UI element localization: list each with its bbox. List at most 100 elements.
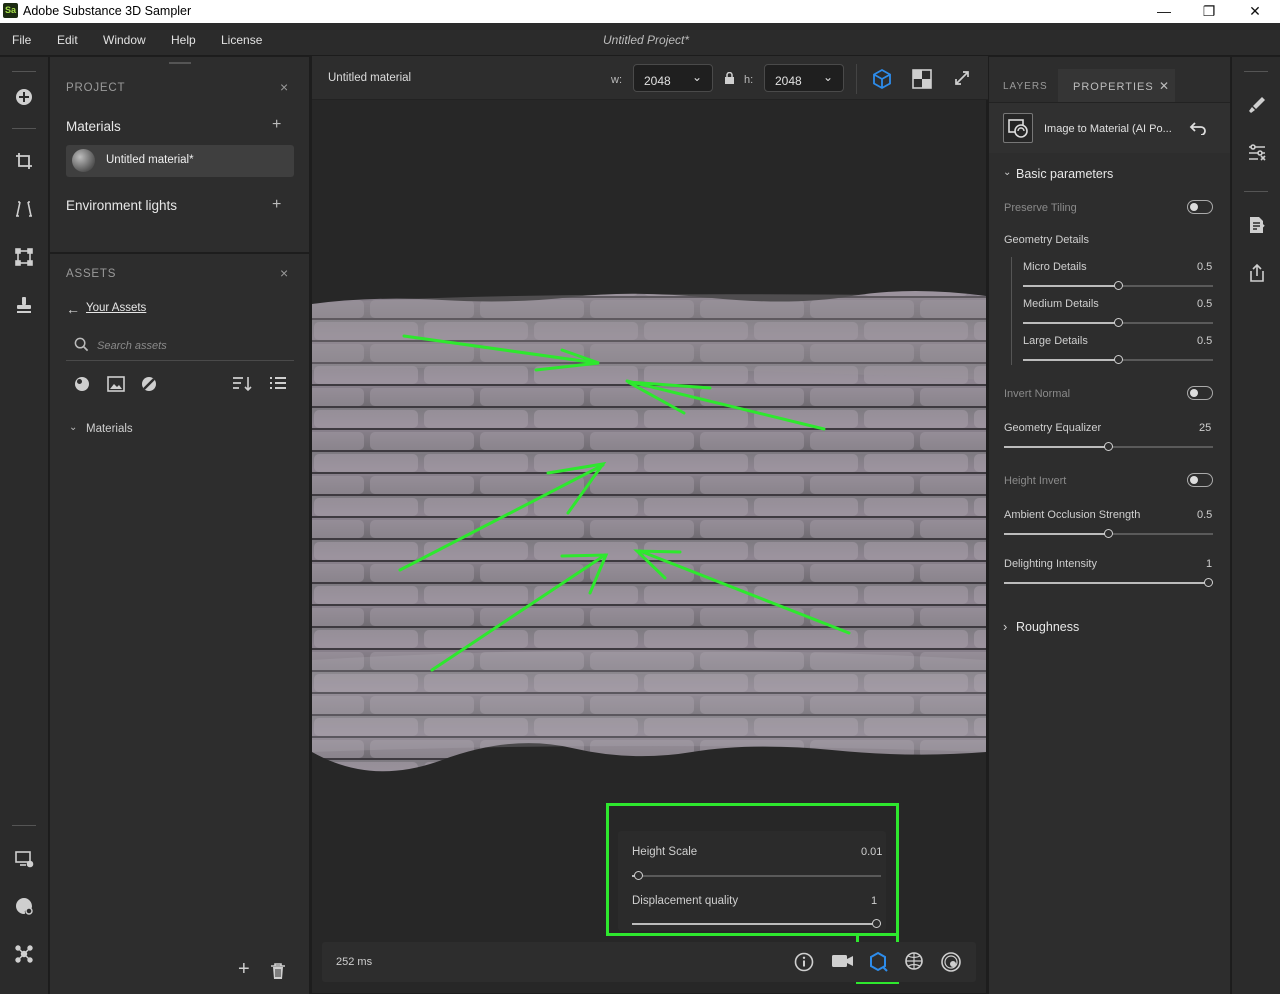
height-invert-toggle[interactable]: [1187, 473, 1213, 487]
invert-normal-toggle[interactable]: [1187, 386, 1213, 400]
height-value: 2048: [775, 74, 802, 88]
preserve-tiling-label: Preserve Tiling: [1004, 202, 1077, 214]
add-icon[interactable]: [9, 82, 39, 112]
slider-knob[interactable]: [1113, 318, 1123, 327]
displacement-quality-slider[interactable]: [632, 919, 881, 929]
height-select[interactable]: 2048 ⌄: [764, 64, 844, 92]
project-panel: PROJECT × Materials + Untitled material*…: [50, 57, 309, 252]
export-icon[interactable]: [1242, 258, 1272, 288]
project-close-button[interactable]: ×: [280, 79, 288, 95]
document-edit-icon[interactable]: [1242, 210, 1272, 240]
geometry-equalizer-slider[interactable]: [1004, 442, 1213, 452]
menu-help[interactable]: Help: [171, 33, 196, 47]
maximize-button[interactable]: ❐: [1186, 1, 1232, 22]
add-asset-button[interactable]: +: [238, 958, 250, 981]
network-icon[interactable]: [9, 939, 39, 969]
add-environment-light-button[interactable]: +: [272, 196, 281, 214]
transform-icon[interactable]: [9, 242, 39, 272]
add-material-button[interactable]: +: [272, 116, 281, 134]
displacement-icon[interactable]: [867, 951, 889, 973]
slider-fill: [1004, 533, 1106, 535]
displacement-quality-label: Displacement quality: [632, 895, 739, 907]
shading-sphere-icon[interactable]: [940, 951, 962, 973]
delighting-intensity-slider[interactable]: [1004, 578, 1213, 588]
delighting-intensity-label: Delighting Intensity: [1004, 558, 1097, 570]
width-select[interactable]: 2048 ⌄: [633, 64, 713, 92]
list-view-icon[interactable]: [269, 376, 287, 392]
slider-knob[interactable]: [1113, 355, 1123, 364]
display-settings-icon[interactable]: [9, 844, 39, 874]
roughness-header[interactable]: Roughness: [1016, 620, 1079, 634]
search-box[interactable]: Search assets: [66, 334, 294, 361]
ao-strength-slider[interactable]: [1004, 529, 1213, 539]
slider-knob[interactable]: [634, 871, 644, 880]
chevron-down-icon[interactable]: ⌄: [69, 422, 77, 433]
reset-icon[interactable]: [1189, 121, 1207, 135]
stamp-icon[interactable]: [9, 290, 39, 320]
chevron-right-icon[interactable]: ›: [1003, 619, 1007, 634]
basic-parameters-header[interactable]: Basic parameters: [1016, 167, 1113, 181]
close-window-button[interactable]: ✕: [1232, 1, 1278, 22]
tab-properties[interactable]: PROPERTIES ✕: [1058, 69, 1175, 102]
width-label: w:: [611, 74, 622, 86]
properties-panel: LAYERS PROPERTIES ✕ Image to Material (A…: [989, 57, 1230, 994]
perspective-icon[interactable]: [9, 194, 39, 224]
chevron-down-icon: ⌄: [692, 70, 703, 84]
assets-materials-folder[interactable]: Materials: [86, 423, 133, 435]
3d-view-icon[interactable]: [871, 68, 893, 90]
assets-panel-title: ASSETS: [66, 268, 117, 280]
height-invert-label: Height Invert: [1004, 475, 1067, 487]
menu-window[interactable]: Window: [103, 33, 146, 47]
slider-knob[interactable]: [1104, 442, 1113, 451]
paint-brush-icon[interactable]: [1242, 90, 1272, 120]
medium-details-slider[interactable]: [1023, 318, 1213, 328]
geometry-equalizer-value: 25: [1199, 422, 1212, 434]
menu-license[interactable]: License: [221, 33, 262, 47]
chevron-down-icon[interactable]: ⌄: [1003, 167, 1011, 178]
filter-contrast-icon[interactable]: [141, 376, 157, 392]
palette-gear-icon[interactable]: [9, 891, 39, 921]
trash-icon[interactable]: [270, 963, 286, 980]
tab-layers[interactable]: LAYERS: [1003, 81, 1048, 92]
back-arrow-icon[interactable]: ←: [66, 301, 80, 317]
sliders-icon[interactable]: [1242, 138, 1272, 168]
menu-file[interactable]: File: [12, 33, 31, 47]
environment-icon[interactable]: [904, 951, 926, 973]
image-filter-icon[interactable]: [107, 376, 125, 392]
close-properties-button[interactable]: ✕: [1159, 79, 1169, 93]
fullscreen-icon[interactable]: [954, 70, 970, 86]
material-item[interactable]: Untitled material*: [66, 145, 294, 177]
height-label: h:: [744, 74, 754, 86]
large-details-slider[interactable]: [1023, 355, 1213, 365]
slider-knob[interactable]: [872, 919, 881, 928]
2d-view-icon[interactable]: [912, 69, 932, 89]
height-scale-slider[interactable]: [632, 871, 881, 881]
material-filter-icon[interactable]: [74, 376, 90, 392]
sort-icon[interactable]: [232, 376, 252, 392]
displacement-quality-value: 1: [871, 895, 878, 907]
slider-knob[interactable]: [1113, 281, 1123, 290]
micro-details-slider[interactable]: [1023, 281, 1213, 291]
search-input[interactable]: Search assets: [97, 340, 167, 352]
layer-name: Image to Material (AI Po...: [1044, 123, 1172, 135]
menu-edit[interactable]: Edit: [57, 33, 78, 47]
minimize-button[interactable]: —: [1141, 1, 1187, 22]
assets-close-button[interactable]: ×: [280, 265, 288, 281]
slider-knob[interactable]: [1204, 578, 1213, 587]
your-assets-link[interactable]: Your Assets: [86, 302, 146, 314]
preserve-tiling-toggle[interactable]: [1187, 200, 1213, 214]
slider-fill: [1023, 359, 1116, 361]
environment-lights-label: Environment lights: [66, 198, 178, 213]
camera-icon[interactable]: [831, 953, 855, 971]
info-icon[interactable]: [794, 952, 814, 972]
ao-strength-label: Ambient Occlusion Strength: [1004, 509, 1141, 521]
crop-icon[interactable]: [9, 146, 39, 176]
lock-icon[interactable]: [724, 72, 735, 84]
viewport[interactable]: Height Scale 0.01 Displacement quality 1…: [312, 100, 986, 993]
height-scale-value: 0.01: [861, 846, 883, 858]
micro-details-value: 0.5: [1197, 261, 1213, 273]
material-item-label: Untitled material*: [106, 154, 194, 166]
slider-knob[interactable]: [1104, 529, 1113, 538]
material-name: Untitled material: [328, 72, 412, 84]
app-title: Adobe Substance 3D Sampler: [23, 4, 192, 18]
